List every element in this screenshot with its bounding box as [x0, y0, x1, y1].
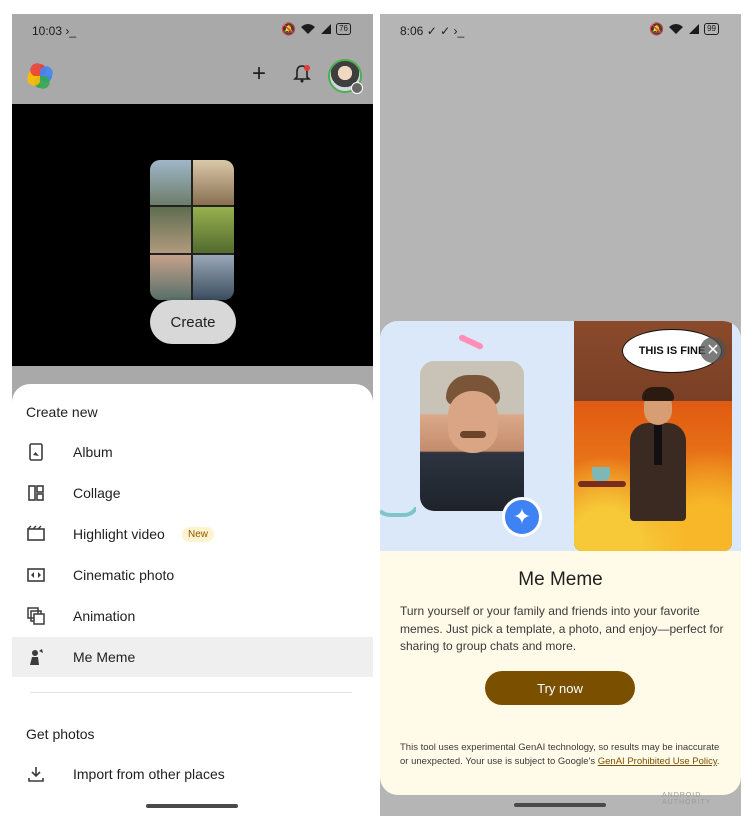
cartoon-man	[630, 387, 686, 521]
selfie-face	[448, 391, 498, 453]
close-button[interactable]: ✕	[700, 337, 726, 363]
menu-item-label: Me Meme	[73, 649, 136, 665]
try-now-button[interactable]: Try now	[485, 671, 635, 705]
sheet-divider	[30, 692, 352, 693]
album-icon	[29, 443, 43, 461]
selfie-photo	[420, 361, 524, 511]
account-avatar[interactable]	[328, 59, 363, 94]
dialog-title: Me Meme	[518, 569, 603, 590]
download-icon	[28, 767, 44, 782]
menu-item-me-meme[interactable]: Me Meme	[12, 637, 373, 677]
me-meme-dialog: ✦ THIS IS FINE ✕ Me Meme Turn yourself o…	[380, 321, 741, 795]
photo-grid-preview	[150, 160, 234, 300]
thumb	[193, 254, 234, 300]
menu-item-label: Highlight video	[73, 526, 165, 542]
battery-icon: 76	[336, 23, 351, 35]
notifications-icon[interactable]	[292, 64, 312, 84]
menu-item-label: Cinematic photo	[73, 567, 175, 583]
animation-icon	[27, 607, 45, 625]
highlight-video-icon	[27, 525, 45, 541]
google-photos-logo	[27, 63, 53, 89]
preview-area: Create	[12, 104, 373, 366]
thumb	[150, 160, 191, 206]
cartoon-hair	[642, 387, 674, 401]
decorative-dash	[457, 333, 485, 351]
status-icons: 🔕 99	[649, 22, 719, 36]
watermark: ANDROID AUTHORITY	[662, 792, 712, 806]
thumb	[150, 207, 191, 253]
disclaimer: This tool uses experimental GenAI techno…	[400, 741, 722, 769]
add-icon[interactable]: +	[252, 60, 266, 88]
status-bar: 10:03 ›_ 🔕 76	[12, 14, 373, 48]
avatar-badge	[351, 82, 363, 94]
new-badge: New	[182, 526, 215, 542]
sparkle-icon: ✦	[502, 497, 542, 537]
app-bar: +	[12, 56, 373, 104]
section-get-photos: Get photos	[26, 726, 95, 742]
status-time: 10:03 ›_	[32, 24, 77, 38]
screenshot-canvas: 10:03 ›_ 🔕 76 + Create Create new Album …	[0, 0, 750, 824]
menu-item-highlight-video[interactable]: Highlight video New	[12, 514, 373, 554]
section-create-new: Create new	[26, 404, 98, 420]
status-bar: 8:06 ✓ ✓ ›_ 🔕 99	[380, 14, 741, 48]
selfie-mustache	[460, 431, 486, 438]
home-indicator[interactable]	[514, 803, 606, 807]
menu-item-animation[interactable]: Animation	[12, 596, 373, 636]
battery-icon: 99	[704, 23, 719, 35]
cartoon-tie	[654, 425, 662, 465]
thumb	[193, 160, 234, 206]
hero-illustration: ✦ THIS IS FINE ✕	[380, 321, 741, 551]
menu-item-label: Import from other places	[73, 766, 225, 782]
cinematic-photo-icon	[27, 568, 45, 582]
mute-icon: 🔕	[281, 22, 297, 36]
status-icons: 🔕 76	[281, 22, 351, 36]
decorative-wave	[380, 501, 420, 517]
thumb	[193, 207, 234, 253]
collage-icon	[28, 485, 44, 501]
home-indicator[interactable]	[146, 804, 238, 808]
wifi-icon	[669, 24, 684, 34]
left-phone: 10:03 ›_ 🔕 76 + Create Create new Album …	[12, 14, 373, 816]
close-icon: ✕	[706, 342, 720, 359]
thumb	[150, 254, 191, 300]
menu-item-label: Collage	[73, 485, 121, 501]
cartoon-table	[578, 481, 626, 487]
create-bottom-sheet: Create new Album Collage Highlight video…	[12, 384, 373, 816]
menu-item-album[interactable]: Album	[12, 432, 373, 472]
signal-icon	[321, 24, 332, 34]
wifi-icon	[301, 24, 316, 34]
disclaimer-end: .	[716, 756, 720, 767]
menu-item-collage[interactable]: Collage	[12, 473, 373, 513]
dialog-description: Turn yourself or your family and friends…	[400, 604, 724, 653]
me-meme-icon	[30, 649, 43, 665]
menu-item-import[interactable]: Import from other places	[12, 754, 373, 794]
coffee-cup	[592, 467, 610, 481]
menu-item-cinematic-photo[interactable]: Cinematic photo	[12, 555, 373, 595]
policy-link[interactable]: GenAI Prohibited Use Policy	[598, 756, 717, 767]
menu-item-label: Animation	[73, 608, 136, 624]
menu-item-label: Album	[73, 444, 113, 460]
mute-icon: 🔕	[649, 22, 665, 36]
create-button[interactable]: Create	[150, 300, 236, 344]
right-phone: 8:06 ✓ ✓ ›_ 🔕 99 ✦ THIS IS FINE ✕ Me Mem…	[380, 14, 741, 816]
signal-icon	[689, 24, 700, 34]
status-time: 8:06 ✓ ✓ ›_	[400, 24, 465, 38]
